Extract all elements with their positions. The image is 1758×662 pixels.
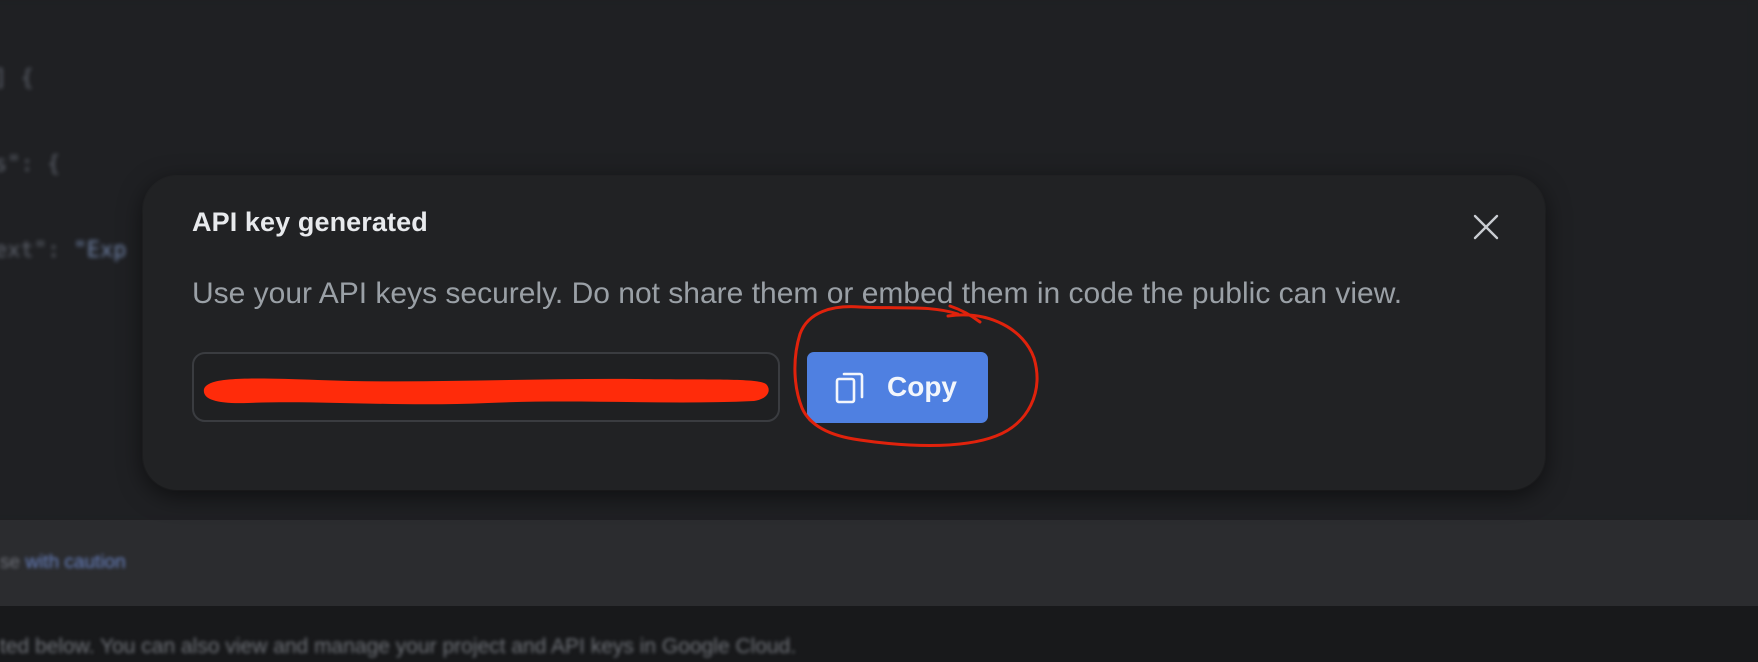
background-notice-band (0, 520, 1758, 606)
api-key-field[interactable] (192, 352, 780, 422)
background-footer-text: ted below. You can also view and manage … (0, 635, 797, 658)
background-code-line: ext": "Exp (0, 238, 127, 263)
background-notice-link[interactable]: with caution (25, 552, 125, 573)
background-notice-text: se with caution (0, 552, 126, 573)
copy-button-label: Copy (887, 371, 957, 402)
api-key-dialog: API key generated Use your API keys secu… (143, 176, 1545, 490)
close-button[interactable] (1463, 204, 1509, 250)
close-icon (1473, 214, 1499, 240)
dialog-title: API key generated (192, 207, 428, 237)
background-code-line: ] { (0, 66, 34, 91)
copy-button[interactable]: Copy (807, 352, 988, 423)
screen: ] { s": { ext": "Exp se with caution ted… (0, 0, 1758, 662)
api-key-input[interactable] (194, 354, 778, 420)
copy-icon (835, 372, 864, 404)
dialog-description: Use your API keys securely. Do not share… (192, 277, 1403, 310)
background-code-line: s": { (0, 152, 61, 177)
